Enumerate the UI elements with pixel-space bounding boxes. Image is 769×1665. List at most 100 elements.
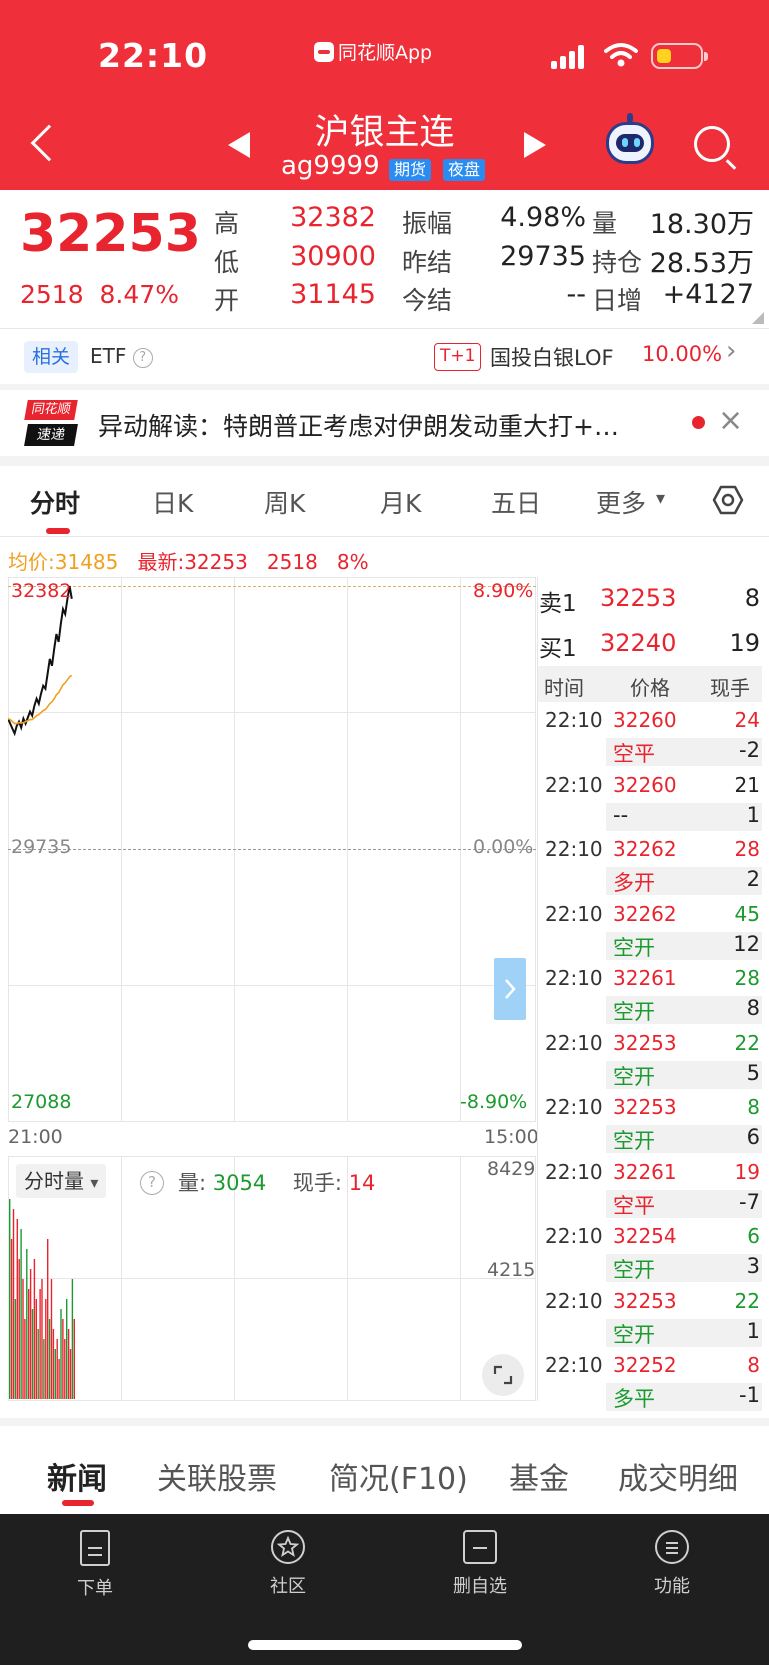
volume-bar — [60, 1309, 62, 1399]
volume-bar — [62, 1319, 64, 1399]
battery-icon — [651, 43, 708, 69]
trade-time: 22:10 — [545, 966, 603, 990]
volume-bar — [37, 1329, 39, 1399]
news-logo-bottom: 速递 — [24, 424, 78, 446]
chart-info: 均价:31485 最新:32253 2518 8% — [8, 546, 369, 575]
trade-price: 32261 — [613, 1159, 677, 1184]
ask-qty: 8 — [744, 584, 760, 612]
volume-bar — [29, 1269, 32, 1399]
y-axis-pct-mid: 0.00% — [473, 836, 534, 858]
related-tag: 相关 — [24, 341, 79, 373]
trade-type: 空开 — [613, 1129, 655, 1153]
trade-change: 6 — [746, 1125, 760, 1149]
trade-type: 空开 — [613, 935, 655, 960]
expand-corner-icon[interactable] — [752, 312, 764, 324]
y-axis-high: 32382 — [11, 580, 72, 602]
trade-hand: 28 — [734, 966, 760, 990]
menu-circle-icon — [655, 1530, 689, 1564]
related-etf[interactable]: ETF ? — [90, 344, 153, 368]
trade-type: 多开 — [613, 871, 655, 895]
y-axis-pct-high: 8.90% — [473, 580, 534, 602]
vol-axis-mid: 4215 — [487, 1259, 536, 1281]
trade-hand: 22 — [734, 1030, 760, 1055]
bottom-tab[interactable]: 新闻 — [47, 1454, 107, 1498]
toolbar-community[interactable]: 社区 — [238, 1530, 338, 1598]
chart-tab[interactable]: 日K — [152, 484, 193, 520]
toolbar-order[interactable]: 下单 — [45, 1530, 145, 1600]
help-icon[interactable]: ? — [140, 1171, 164, 1195]
volume-bar — [45, 1299, 47, 1399]
volume-selector[interactable]: 分时量 ▾ — [16, 1164, 107, 1198]
search-icon[interactable] — [694, 126, 730, 162]
trade-hand: 28 — [734, 837, 760, 861]
expand-panel-handle[interactable] — [494, 958, 526, 1020]
bottom-tab[interactable]: 简况(F10) — [329, 1454, 468, 1498]
trade-change: 8 — [746, 996, 760, 1020]
hand-label: 现手: — [292, 1171, 342, 1195]
trade-change: -2 — [739, 738, 760, 762]
stat-value: 31145 — [290, 279, 376, 310]
trade-hand: 6 — [747, 1224, 760, 1248]
trades-col-header: 价格 — [630, 676, 670, 700]
trade-change: 3 — [746, 1254, 760, 1278]
trade-type: 空开 — [613, 1064, 655, 1089]
chart-tab[interactable]: 更多 — [596, 484, 646, 520]
close-icon[interactable]: × — [718, 403, 743, 438]
bottom-tab[interactable]: 关联股票 — [157, 1454, 277, 1498]
bottom-tab[interactable]: 基金 — [509, 1454, 569, 1498]
change-percent: 8.47% — [99, 280, 179, 309]
news-logo: 同花顺 速递 — [24, 398, 80, 448]
chart-tab[interactable]: 月K — [380, 484, 421, 520]
trade-price: 32262 — [613, 901, 677, 926]
chart-tab[interactable]: 周K — [264, 484, 305, 520]
trade-price: 32262 — [613, 837, 677, 861]
news-logo-top: 同花顺 — [24, 400, 78, 420]
settings-hex-icon[interactable] — [712, 484, 744, 516]
chevron-down-icon: ▾ — [90, 1173, 99, 1192]
status-time: 22:10 — [98, 36, 209, 75]
chart-tab[interactable]: 分时 — [30, 484, 80, 520]
robot-assistant-icon[interactable] — [606, 113, 654, 164]
trade-time: 22:10 — [545, 1030, 603, 1055]
fullscreen-button[interactable] — [482, 1354, 524, 1396]
volume-bar — [20, 1229, 22, 1399]
ask-price: 32253 — [600, 584, 677, 612]
trade-hand: 21 — [734, 772, 760, 797]
toolbar-order-label: 下单 — [77, 1578, 113, 1599]
news-ticker-text[interactable]: 异动解读：特朗普正考虑对伊朗发动重大打+… — [98, 407, 670, 443]
toolbar-remove-watchlist[interactable]: 删自选 — [430, 1530, 530, 1598]
bottom-tab[interactable]: 成交明细 — [618, 1454, 738, 1498]
trade-hand: 8 — [747, 1353, 760, 1377]
stat-value: 30900 — [290, 241, 376, 272]
volume-bar — [28, 1289, 30, 1399]
document-icon — [80, 1530, 110, 1566]
trade-price: 32260 — [613, 772, 677, 797]
volume-bar — [9, 1199, 11, 1399]
volume-bar — [10, 1239, 13, 1399]
chevron-right-icon[interactable]: › — [726, 336, 736, 366]
trades-col-header: 时间 — [544, 676, 584, 700]
latest-label: 最新: — [137, 550, 185, 574]
fullscreen-icon — [493, 1365, 513, 1385]
trade-change: 1 — [746, 1318, 760, 1343]
next-contract-icon[interactable] — [524, 132, 546, 158]
stat-value: +4127 — [662, 279, 754, 310]
trade-change: 12 — [733, 931, 760, 956]
volume-bar — [43, 1339, 45, 1399]
related-fund-name[interactable]: 国投白银LOF — [490, 342, 614, 372]
stat-label: 振幅 — [402, 209, 453, 238]
hand-value: 14 — [348, 1171, 376, 1195]
toolbar-functions[interactable]: 功能 — [622, 1530, 722, 1598]
help-icon[interactable]: ? — [132, 348, 153, 368]
avg-label: 均价: — [8, 550, 55, 574]
status-app-name: 同花顺App — [338, 42, 433, 64]
chart-tab[interactable]: 五日 — [491, 484, 541, 520]
bid-price: 32240 — [600, 629, 677, 657]
trade-change: -7 — [739, 1189, 760, 1214]
chevron-down-icon[interactable]: ▾ — [656, 488, 665, 509]
volume-bar — [35, 1299, 37, 1399]
volume-bar — [33, 1259, 36, 1399]
trade-time: 22:10 — [545, 1353, 603, 1377]
trade-type: 多平 — [613, 1387, 655, 1411]
contract-code: ag9999 — [281, 151, 380, 181]
